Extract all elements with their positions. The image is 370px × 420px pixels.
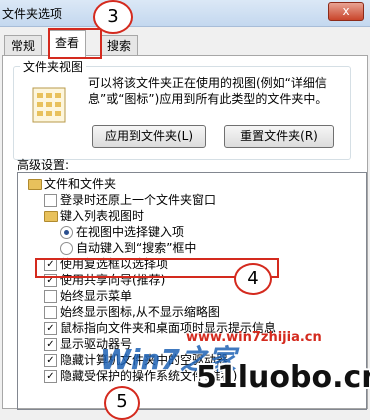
list-item-label: 登录时还原上一个文件夹窗口 [60, 193, 217, 207]
folder-views-group: 文件夹视图 可以将该文件夹正在使用的视图(例如“详细信息”或“图标”)应用到所有… [13, 58, 351, 160]
callout-3: 3 [93, 0, 133, 34]
watermark-site-bottom: 51luobo.cn [196, 360, 370, 395]
callout-5: 5 [104, 386, 140, 420]
checkbox[interactable] [44, 290, 57, 303]
checkbox[interactable] [44, 194, 57, 207]
folder-views-description: 可以将该文件夹正在使用的视图(例如“详细信息”或“图标”)应用到所有此类型的文件… [88, 76, 328, 106]
list-item-label: 始终显示菜单 [60, 289, 133, 303]
tab-search-label: 搜索 [107, 39, 132, 53]
list-item-label: 自动键入到“搜索”框中 [76, 241, 197, 255]
tab-general-label: 常规 [11, 39, 36, 53]
window-title: 文件夹选项 [2, 7, 63, 21]
apply-to-folders-button[interactable]: 应用到文件夹(L) [92, 125, 206, 148]
reset-folders-button[interactable]: 重置文件夹(R) [224, 125, 334, 148]
title-bar: 文件夹选项 x [0, 0, 370, 27]
checkbox[interactable]: ✓ [44, 322, 57, 335]
list-item-label: 在视图中选择键入项 [76, 225, 185, 239]
advanced-settings-label: 高级设置: [17, 158, 70, 172]
folder-icon [28, 179, 42, 190]
callout-4: 4 [234, 263, 272, 295]
checkbox[interactable] [44, 306, 57, 319]
tab-search[interactable]: 搜索 [100, 35, 139, 56]
folder-icon [44, 211, 58, 222]
checkbox[interactable]: ✓ [44, 338, 57, 351]
folder-view-icon [32, 87, 66, 123]
tab-general[interactable]: 常规 [4, 35, 43, 56]
list-item-label: 键入列表视图时 [60, 209, 145, 223]
radio-button[interactable] [60, 226, 73, 239]
list-item-label: 文件和文件夹 [44, 177, 117, 191]
list-item-label: 始终显示图标,从不显示缩略图 [60, 305, 220, 319]
close-button[interactable]: x [328, 2, 364, 21]
folder-views-title: 文件夹视图 [20, 58, 87, 75]
checkbox[interactable]: ✓ [44, 354, 57, 367]
tab-highlight-box [48, 28, 102, 59]
checkbox[interactable]: ✓ [44, 370, 57, 383]
radio-button[interactable] [60, 242, 73, 255]
